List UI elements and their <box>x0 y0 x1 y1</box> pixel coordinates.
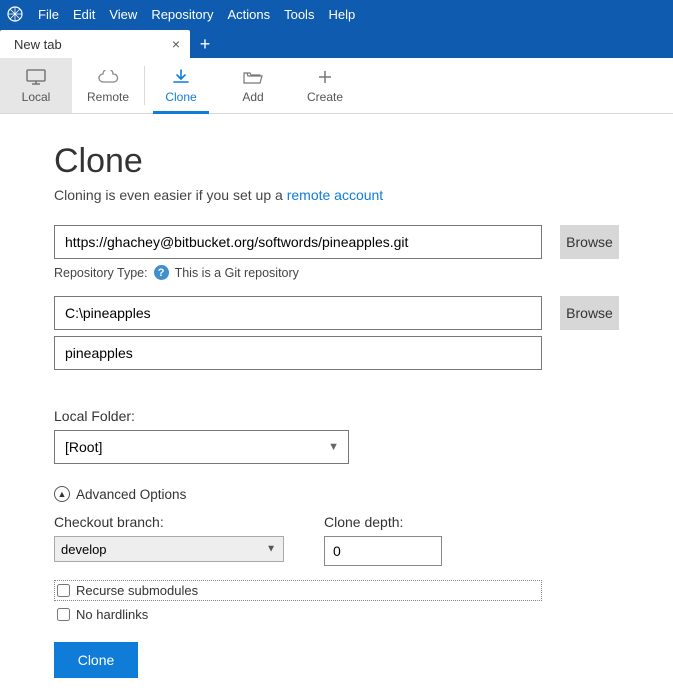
advanced-options-toggle[interactable]: ▲ Advanced Options <box>54 486 619 502</box>
recurse-submodules-checkbox[interactable] <box>57 584 70 597</box>
no-hardlinks-checkbox[interactable] <box>57 608 70 621</box>
menu-edit[interactable]: Edit <box>73 7 95 22</box>
browse-url-button[interactable]: Browse <box>560 225 619 259</box>
subtitle-prefix: Cloning is even easier if you set up a <box>54 187 287 203</box>
download-icon <box>172 67 190 87</box>
name-input[interactable] <box>54 336 542 370</box>
menubar: File Edit View Repository Actions Tools … <box>0 0 673 28</box>
clone-button[interactable]: Clone <box>54 642 138 678</box>
destination-path-input[interactable] <box>54 296 542 330</box>
browse-path-button[interactable]: Browse <box>560 296 619 330</box>
tab-title: New tab <box>14 37 62 52</box>
collapse-icon: ▲ <box>54 486 70 502</box>
app-icon <box>6 5 24 23</box>
checkout-branch-label: Checkout branch: <box>54 514 284 530</box>
plus-icon <box>317 67 333 87</box>
tool-add[interactable]: Add <box>217 58 289 113</box>
repo-url-input[interactable] <box>54 225 542 259</box>
toolbar: Local Remote Clone Add Create <box>0 58 673 114</box>
tool-remote-label: Remote <box>87 90 129 104</box>
remote-account-link[interactable]: remote account <box>287 187 384 203</box>
tool-clone-label: Clone <box>165 90 196 104</box>
menu-actions[interactable]: Actions <box>227 7 270 22</box>
menu-tools[interactable]: Tools <box>284 7 314 22</box>
menu-repository[interactable]: Repository <box>151 7 213 22</box>
no-hardlinks-row[interactable]: No hardlinks <box>54 607 619 622</box>
monitor-icon <box>26 67 46 87</box>
tool-local-label: Local <box>22 90 51 104</box>
clone-depth-input[interactable] <box>324 536 442 566</box>
recurse-submodules-label: Recurse submodules <box>76 583 198 598</box>
menu-view[interactable]: View <box>109 7 137 22</box>
menu-help[interactable]: Help <box>328 7 355 22</box>
tool-add-label: Add <box>242 90 263 104</box>
close-icon[interactable]: × <box>172 36 180 52</box>
tool-create-label: Create <box>307 90 343 104</box>
page-heading: Clone <box>54 142 619 181</box>
content: Clone Cloning is even easier if you set … <box>0 114 673 678</box>
local-folder-label: Local Folder: <box>54 408 619 424</box>
cloud-icon <box>97 67 119 87</box>
subtitle: Cloning is even easier if you set up a r… <box>54 187 619 203</box>
checkout-branch-select[interactable]: develop <box>54 536 284 562</box>
menu-file[interactable]: File <box>38 7 59 22</box>
local-folder-select[interactable]: [Root] <box>54 430 349 464</box>
tool-local[interactable]: Local <box>0 58 72 113</box>
tool-remote[interactable]: Remote <box>72 58 144 113</box>
repo-type-label: Repository Type: <box>54 266 148 280</box>
tab-new[interactable]: New tab × <box>0 30 190 58</box>
no-hardlinks-label: No hardlinks <box>76 607 148 622</box>
repo-type-text: This is a Git repository <box>175 266 299 280</box>
new-tab-button[interactable]: + <box>190 30 220 58</box>
tool-create[interactable]: Create <box>289 58 361 113</box>
tabstrip: New tab × + <box>0 28 673 58</box>
help-icon[interactable]: ? <box>154 265 169 280</box>
folder-open-icon <box>243 67 263 87</box>
tool-clone[interactable]: Clone <box>145 58 217 113</box>
recurse-submodules-row[interactable]: Recurse submodules <box>54 580 542 601</box>
clone-depth-label: Clone depth: <box>324 514 442 530</box>
advanced-options-label: Advanced Options <box>76 487 186 502</box>
